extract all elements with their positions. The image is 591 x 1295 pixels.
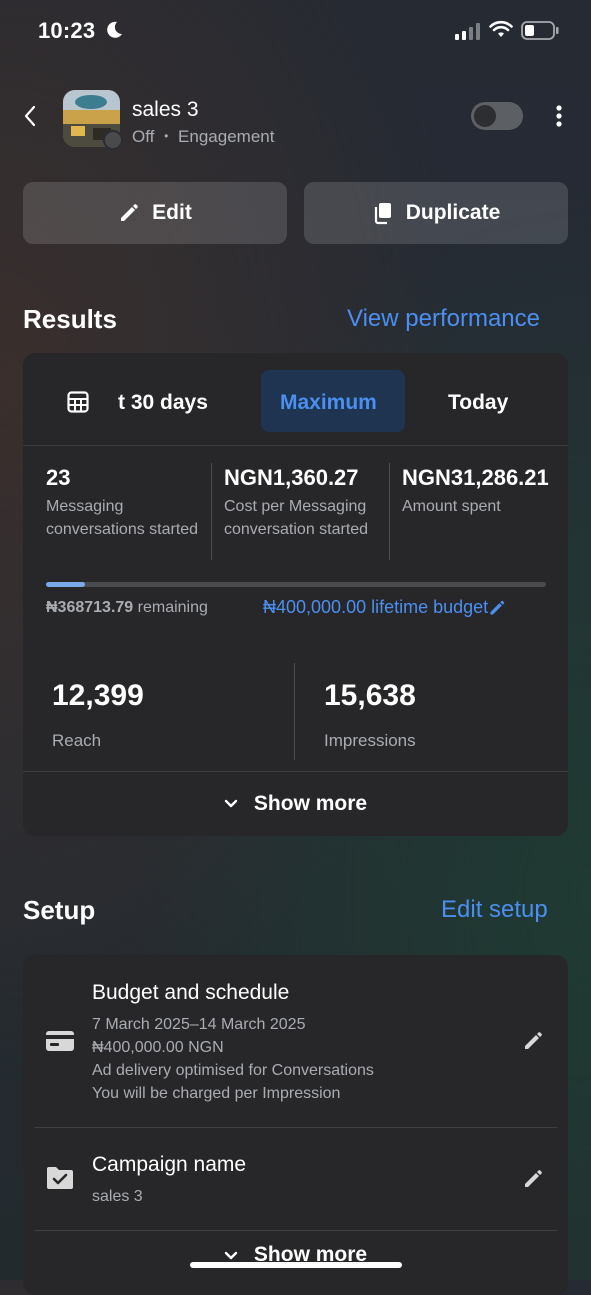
cellular-signal-icon <box>455 22 480 40</box>
setup-divider <box>34 1230 557 1231</box>
tab-maximum[interactable]: Maximum <box>280 391 377 415</box>
campaign-name: sales 3 <box>132 98 199 121</box>
edit-button-label: Edit <box>152 201 192 224</box>
budget-delivery: Ad delivery optimised for Conversations <box>92 1062 374 1079</box>
budget-schedule-row[interactable]: Budget and schedule 7 March 2025–14 Marc… <box>92 981 374 1105</box>
status-dot <box>103 130 123 150</box>
view-performance-link[interactable]: View performance <box>347 305 540 333</box>
budget-progress-bar <box>46 582 546 587</box>
status-time: 10:23 <box>38 18 96 43</box>
edit-setup-link[interactable]: Edit setup <box>441 896 548 924</box>
remaining-amount: ₦368713.79 <box>46 599 134 616</box>
impressions-metric: 15,638 Impressions <box>324 679 416 751</box>
folder-check-icon <box>47 1167 73 1189</box>
chevron-down-icon <box>224 1251 238 1260</box>
moon-icon <box>107 21 122 38</box>
metric-value: 23 <box>46 465 71 490</box>
results-heading: Results <box>23 304 117 334</box>
show-more-label: Show more <box>253 792 368 815</box>
campaign-name-row[interactable]: Campaign name sales 3 <box>92 1153 246 1208</box>
setup-card: Budget and schedule 7 March 2025–14 Marc… <box>23 955 568 1295</box>
toggle-knob <box>474 105 496 127</box>
separator-dot: • <box>164 129 169 143</box>
reach-value: 12,399 <box>52 679 144 712</box>
chevron-down-icon <box>224 799 238 808</box>
remaining-text: remaining <box>137 599 208 616</box>
setup-heading: Setup <box>23 895 96 925</box>
metric-label: Amount spent <box>402 498 501 515</box>
reach-metric: 12,399 Reach <box>52 679 144 751</box>
metric-cost-per-conversation: NGN1,360.27 Cost per Messaging conversat… <box>224 465 389 541</box>
impressions-label: Impressions <box>324 731 416 750</box>
metric-divider <box>389 463 390 560</box>
metric-amount-spent: NGN31,286.21 Amount spent <box>402 465 568 518</box>
pencil-icon <box>121 204 139 221</box>
more-options-icon[interactable] <box>552 104 566 128</box>
campaign-status: Off <box>132 127 155 146</box>
campaign-objective: Engagement <box>178 127 275 146</box>
metric-divider <box>211 463 212 560</box>
setup-divider <box>34 1127 557 1128</box>
budget-schedule-title: Budget and schedule <box>92 981 290 1004</box>
duplicate-button[interactable]: Duplicate <box>304 182 568 244</box>
pencil-icon <box>490 600 505 615</box>
lifetime-budget-text: ₦400,000.00 lifetime budget <box>263 597 489 617</box>
campaign-toggle[interactable] <box>471 102 523 130</box>
metric-conversations: 23 Messaging conversations started <box>46 465 206 541</box>
credit-card-icon <box>46 1031 74 1051</box>
back-arrow-icon[interactable] <box>22 104 38 128</box>
metric-value: NGN1,360.27 <box>224 465 359 490</box>
edit-button[interactable]: Edit <box>23 182 287 244</box>
battery-icon <box>521 21 559 40</box>
budget-remaining: ₦368713.79 remaining <box>46 599 208 617</box>
results-card: t 30 days Maximum Today 23 Messaging con… <box>23 353 568 836</box>
home-indicator <box>190 1262 402 1268</box>
metric-value: NGN31,286.21 <box>402 465 549 490</box>
pencil-icon[interactable] <box>522 1030 544 1052</box>
impressions-value: 15,638 <box>324 679 416 712</box>
campaign-name-title: Campaign name <box>92 1153 247 1176</box>
tab-last-30-days[interactable]: t 30 days <box>118 391 208 415</box>
budget-charge: You will be charged per Impression <box>92 1085 341 1102</box>
reach-label: Reach <box>52 731 102 750</box>
metric-label: Messaging conversations started <box>46 498 199 538</box>
tab-today[interactable]: Today <box>448 391 508 415</box>
results-show-more-button[interactable]: Show more <box>23 772 568 836</box>
wifi-icon <box>489 20 513 37</box>
budget-dates: 7 March 2025–14 March 2025 <box>92 1016 306 1033</box>
budget-progress-fill <box>46 582 85 587</box>
lifetime-budget-link[interactable]: ₦400,000.00 lifetime budget <box>263 597 506 618</box>
duplicate-button-label: Duplicate <box>405 201 501 224</box>
calendar-grid-icon[interactable] <box>67 391 89 413</box>
campaign-subtitle: Off • Engagement <box>132 127 274 147</box>
campaign-name-value: sales 3 <box>92 1188 143 1205</box>
metric-divider <box>294 663 295 760</box>
date-range-tabs: t 30 days Maximum Today <box>23 353 568 446</box>
metric-label: Cost per Messaging conversation started <box>224 498 369 538</box>
pencil-icon[interactable] <box>522 1168 544 1190</box>
budget-amount: ₦400,000.00 NGN <box>92 1039 224 1056</box>
duplicate-icon <box>374 203 391 225</box>
